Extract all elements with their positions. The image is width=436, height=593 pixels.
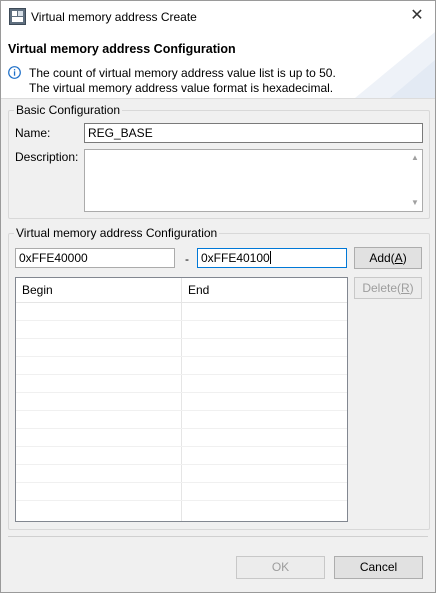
dialog-header: Virtual memory address Configuration The… (1, 32, 435, 99)
table-row (16, 320, 347, 321)
ok-button[interactable]: OK (236, 556, 325, 579)
column-header-begin[interactable]: Begin (16, 278, 181, 302)
table-row (16, 446, 347, 447)
name-label: Name: (15, 126, 51, 140)
column-divider (181, 278, 182, 521)
text-cursor (269, 251, 271, 264)
table-row (16, 482, 347, 483)
table-row (16, 338, 347, 339)
range-dash: - (185, 252, 189, 266)
info-icon (8, 66, 21, 79)
table-row (16, 392, 347, 393)
cancel-button[interactable]: Cancel (334, 556, 423, 579)
table-row (16, 500, 347, 501)
table-row (16, 464, 347, 465)
window-title: Virtual memory address Create (31, 10, 197, 24)
info-text-count: The count of virtual memory address valu… (29, 66, 336, 80)
app-icon (9, 8, 26, 25)
address-table[interactable]: Begin End (15, 277, 348, 522)
header-title: Virtual memory address Configuration (8, 42, 236, 56)
column-header-end[interactable]: End (182, 278, 347, 302)
name-field[interactable]: REG_BASE (84, 123, 423, 143)
end-address-value: 0xFFE40100 (201, 251, 270, 265)
info-text-format: The virtual memory address value format … (29, 81, 334, 95)
dialog-window: Virtual memory address Create ✕ Virtual … (0, 0, 436, 593)
end-address-field[interactable]: 0xFFE40100 (197, 248, 347, 268)
close-icon[interactable]: ✕ (407, 6, 427, 26)
table-row (16, 374, 347, 375)
table-row (16, 356, 347, 357)
add-button[interactable]: Add(A) (354, 247, 422, 269)
basic-configuration-label: Basic Configuration (14, 103, 123, 117)
delete-button[interactable]: Delete(R) (354, 277, 422, 299)
description-label: Description: (15, 150, 79, 164)
footer-separator (8, 536, 428, 537)
scroll-down-icon[interactable]: ▼ (410, 199, 420, 207)
vma-configuration-label: Virtual memory address Configuration (14, 226, 220, 240)
description-field[interactable]: ▲ ▼ (84, 149, 423, 212)
title-bar: Virtual memory address Create ✕ (1, 1, 435, 32)
begin-address-field[interactable]: 0xFFE40000 (15, 248, 175, 268)
table-row (16, 428, 347, 429)
header-divider (16, 302, 347, 303)
scroll-up-icon[interactable]: ▲ (410, 154, 420, 162)
table-row (16, 410, 347, 411)
